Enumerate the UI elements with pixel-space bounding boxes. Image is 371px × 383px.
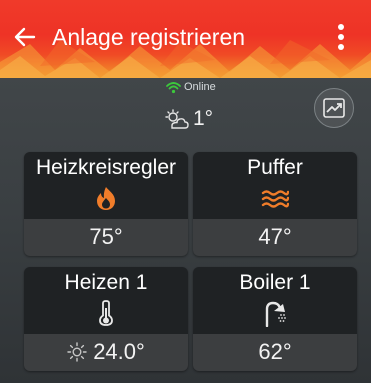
tile-heizen-1[interactable]: Heizen 1 24.0° xyxy=(24,267,188,371)
wifi-icon xyxy=(166,82,181,94)
sun-gear-icon xyxy=(67,342,87,362)
page-title: Anlage registrieren xyxy=(52,24,246,50)
tile-value-bar: 24.0° xyxy=(24,334,188,371)
weather-display: 1° xyxy=(164,106,234,134)
connection-status: Online xyxy=(160,80,230,96)
status-text: Online xyxy=(184,81,216,93)
partly-cloudy-icon xyxy=(165,109,189,129)
tile-value: 62° xyxy=(258,339,292,364)
app-screen: Anlage registrieren Online 1° Heizkreisr… xyxy=(0,0,371,383)
thermometer-icon xyxy=(99,300,113,326)
chart-button[interactable] xyxy=(314,88,354,128)
tile-boiler-1[interactable]: Boiler 1 62° xyxy=(193,267,357,371)
tile-title: Heizkreisregler xyxy=(35,156,177,179)
tile-title: Boiler 1 xyxy=(239,271,311,294)
overflow-menu-button[interactable] xyxy=(330,22,352,52)
waves-icon xyxy=(261,190,289,208)
tile-value-bar: 47° xyxy=(193,219,357,256)
tile-value: 47° xyxy=(258,224,292,249)
trend-chart-icon xyxy=(323,98,345,118)
outdoor-temperature: 1° xyxy=(193,107,214,130)
tile-value: 75° xyxy=(89,224,123,249)
flame-icon xyxy=(97,187,115,210)
tile-value-bar: 75° xyxy=(24,219,188,256)
arrow-left-icon xyxy=(14,27,36,47)
tile-title: Heizen 1 xyxy=(64,271,148,294)
tile-value-row: 24.0° xyxy=(24,339,188,365)
app-bar: Anlage registrieren xyxy=(0,0,371,78)
shower-icon xyxy=(265,301,286,327)
back-button[interactable] xyxy=(12,24,38,50)
tile-heizkreisregler[interactable]: Heizkreisregler 75° xyxy=(24,152,188,256)
tile-value-bar: 62° xyxy=(193,334,357,371)
more-vertical-icon xyxy=(338,24,344,30)
tile-value: 24.0° xyxy=(93,339,145,364)
tile-puffer[interactable]: Puffer 47° xyxy=(193,152,357,256)
tile-title: Puffer xyxy=(247,156,303,179)
